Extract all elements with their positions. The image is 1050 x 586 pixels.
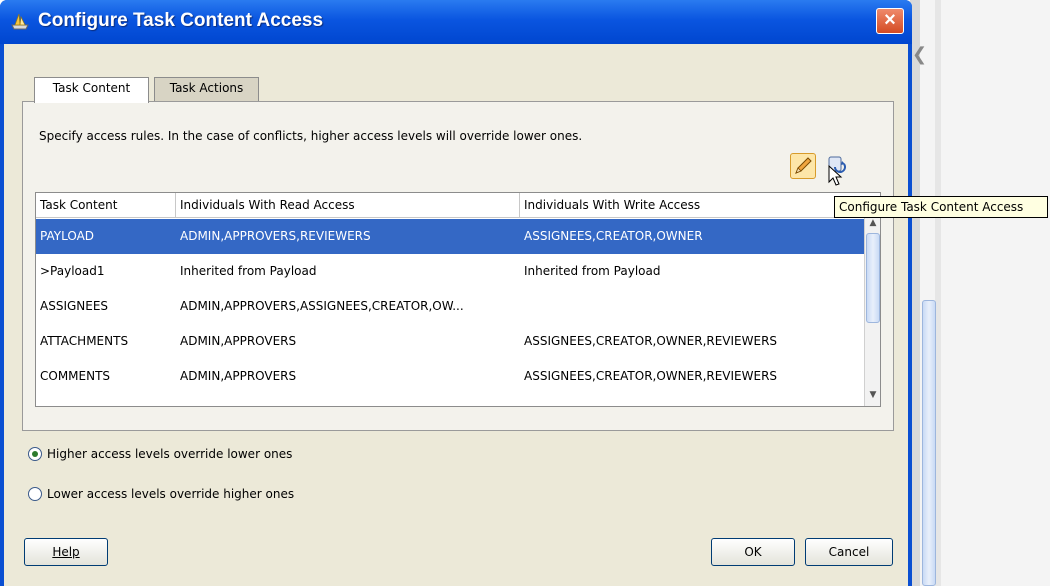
title-bar[interactable]: Configure Task Content Access ×	[0, 0, 912, 44]
help-button[interactable]: Help	[24, 538, 108, 566]
pencil-icon	[795, 157, 812, 174]
column-header-read-access[interactable]: Individuals With Read Access	[176, 193, 520, 218]
radio-lower-override-label[interactable]: Lower access levels override higher ones	[47, 487, 294, 501]
table-header: Task Content Individuals With Read Acces…	[36, 193, 880, 218]
column-header-task-content[interactable]: Task Content	[36, 193, 176, 218]
cell-read-access: Inherited from Payload	[180, 264, 317, 278]
cell-task-content: ASSIGNEES	[40, 299, 109, 313]
cell-read-access: ADMIN,APPROVERS	[180, 369, 297, 383]
cell-write-access	[520, 289, 864, 324]
task-content-table: Task Content Individuals With Read Acces…	[35, 192, 881, 407]
cell-write-access: ASSIGNEES,CREATOR,OWNER,REVIEWERS	[524, 369, 778, 383]
cell-task-content: DATES	[36, 394, 176, 406]
chevron-down-icon[interactable]: ▼	[865, 390, 880, 404]
chevron-up-icon[interactable]: ▲	[865, 218, 880, 232]
tooltip: Configure Task Content Access	[834, 196, 1048, 218]
cell-task-content: >Payload1	[40, 264, 105, 278]
edit-access-button[interactable]	[790, 153, 816, 179]
scrollbar-thumb[interactable]	[866, 233, 880, 323]
tab-task-actions[interactable]: Task Actions	[154, 77, 259, 101]
cell-task-content: PAYLOAD	[40, 229, 95, 243]
radio-lower-override[interactable]	[28, 487, 42, 501]
cell-task-content: COMMENTS	[40, 369, 111, 383]
help-button-label: Help	[52, 545, 80, 559]
table-row[interactable]: COMMENTS ADMIN,APPROVERS ASSIGNEES,CREAT…	[36, 359, 864, 394]
cell-read-access: ADMIN,APPROVERS,ASSIGNEES,CREATOR,OW...	[176, 394, 519, 406]
cell-write-access: ASSIGNEES,CREATOR,OWNER,REVIEWERS	[524, 334, 778, 348]
chevron-left-icon: ❮	[912, 44, 928, 65]
cell-read-access: ADMIN,APPROVERS,REVIEWERS	[180, 229, 371, 243]
cell-write-access: Inherited from Payload	[524, 264, 661, 278]
cell-read-access: ADMIN,APPROVERS	[180, 334, 297, 348]
radio-higher-override-label[interactable]: Higher access levels override lower ones	[47, 447, 292, 461]
table-row[interactable]: ATTACHMENTS ADMIN,APPROVERS ASSIGNEES,CR…	[36, 324, 864, 359]
table-row[interactable]: ASSIGNEES ADMIN,APPROVERS,ASSIGNEES,CREA…	[36, 289, 864, 324]
cell-write-access: ASSIGNEES,CREATOR,OWNER	[524, 229, 703, 243]
background-scrollbar[interactable]	[922, 300, 936, 586]
table-row[interactable]: PAYLOAD ADMIN,APPROVERS,REVIEWERS ASSIGN…	[36, 219, 864, 254]
cell-read-access: ADMIN,APPROVERS,ASSIGNEES,CREATOR,OW...	[180, 299, 464, 313]
radio-higher-override[interactable]	[28, 447, 42, 461]
tab-task-content[interactable]: Task Content	[34, 77, 149, 103]
cancel-button[interactable]: Cancel	[805, 538, 893, 566]
table-row[interactable]: DATES ADMIN,APPROVERS,ASSIGNEES,CREATOR,…	[36, 394, 864, 406]
cell-write-access	[520, 394, 864, 406]
instructions-text: Specify access rules. In the case of con…	[39, 129, 583, 143]
app-icon	[11, 13, 29, 30]
column-header-write-access[interactable]: Individuals With Write Access	[520, 193, 864, 218]
table-row[interactable]: >Payload1 Inherited from Payload Inherit…	[36, 254, 864, 289]
mouse-pointer-icon	[828, 164, 844, 193]
close-button[interactable]: ×	[876, 8, 904, 34]
cell-task-content: ATTACHMENTS	[40, 334, 129, 348]
dialog-title: Configure Task Content Access	[38, 10, 324, 31]
ok-button[interactable]: OK	[711, 538, 795, 566]
table-vertical-scrollbar[interactable]: ▲ ▼	[864, 218, 880, 406]
